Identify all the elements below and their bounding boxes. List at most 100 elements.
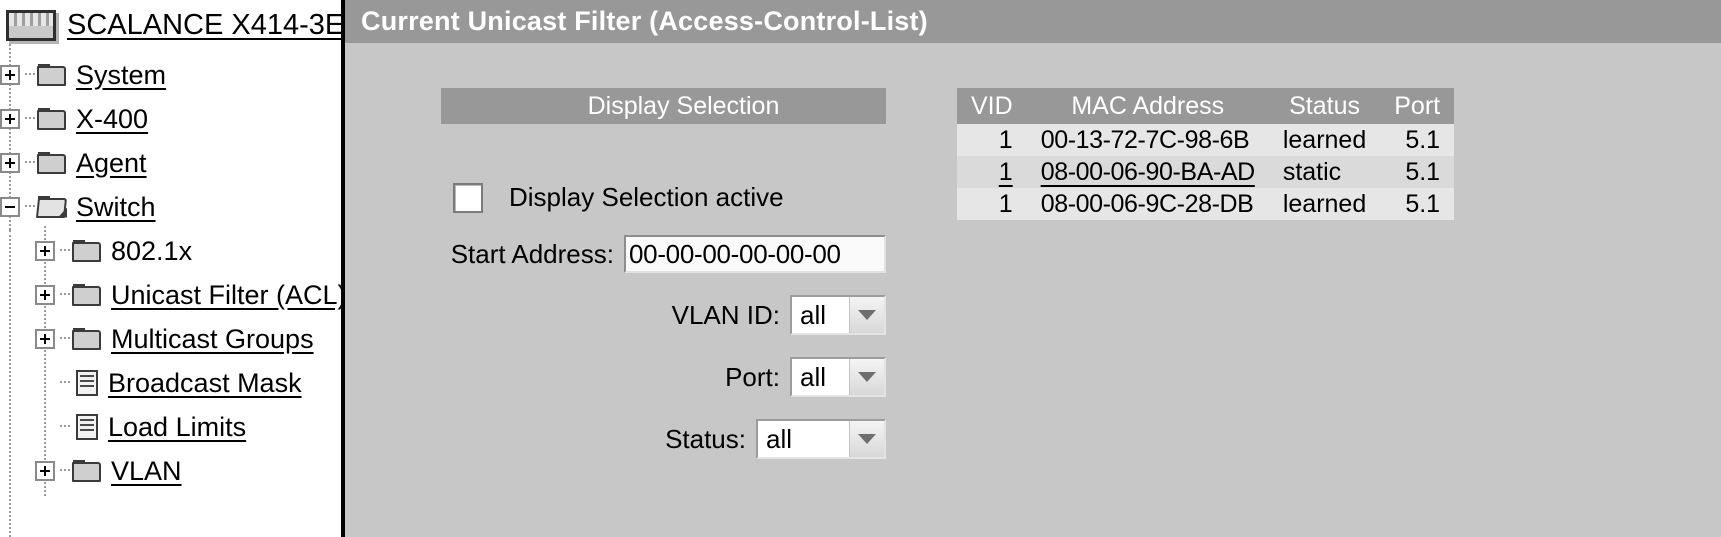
unicast-filter-table: VID MAC Address Status Port 1 00-13-72-7…	[957, 88, 1455, 220]
switch-device-icon	[6, 9, 56, 41]
sidebar-item-vlan[interactable]: VLAN	[35, 451, 182, 491]
cell-status: static	[1268, 156, 1381, 188]
vlan-id-label: VLAN ID:	[671, 299, 780, 330]
document-icon	[76, 414, 98, 440]
tree-connector	[60, 469, 70, 473]
port-select[interactable]: all	[790, 357, 886, 397]
chevron-down-icon[interactable]	[849, 297, 884, 333]
expand-toggle-unicast-filter-acl[interactable]	[35, 285, 55, 305]
table-header-row: VID MAC Address Status Port	[957, 88, 1455, 124]
sidebar-item-system[interactable]: System	[0, 55, 166, 95]
vlan-id-row: VLAN ID: all	[441, 295, 886, 335]
column-header-vid[interactable]: VID	[957, 88, 1027, 124]
sidebar-item-802-1x[interactable]: 802.1x	[35, 231, 192, 271]
cell-port: 5.1	[1380, 156, 1455, 188]
tree-connector	[25, 73, 35, 77]
expand-toggle-x-400[interactable]	[0, 109, 20, 129]
status-value: all	[766, 423, 793, 454]
document-icon	[76, 370, 98, 396]
sidebar-item-label: Unicast Filter (ACL)	[111, 279, 345, 310]
sidebar-item-multicast-groups[interactable]: Multicast Groups	[35, 319, 314, 359]
page-header-bar: Current Unicast Filter (Access-Control-L…	[345, 0, 1721, 43]
sidebar-item-label: Switch	[76, 191, 156, 222]
chevron-down-icon[interactable]	[849, 421, 884, 457]
cell-mac: 08-00-06-9C-28-DB	[1026, 188, 1269, 220]
display-selection-active-label: Display Selection active	[509, 182, 784, 212]
cell-status: learned	[1268, 124, 1381, 156]
port-row: Port: all	[441, 357, 886, 397]
vlan-id-select[interactable]: all	[790, 295, 886, 335]
cell-vid: 1	[957, 188, 1027, 220]
display-selection-panel: Display Selection Display Selection acti…	[441, 88, 886, 459]
vlan-id-value: all	[800, 299, 827, 330]
sidebar-item-label: System	[76, 59, 167, 90]
display-selection-title: Display Selection	[587, 91, 780, 120]
display-selection-header: Display Selection	[441, 88, 886, 124]
sidebar-item-label: Load Limits	[108, 411, 247, 442]
tree-connector	[60, 337, 70, 341]
sidebar-item-load-limits[interactable]: Load Limits	[35, 407, 246, 447]
sidebar-item-label: X-400	[76, 103, 149, 134]
tree-connector	[60, 381, 70, 385]
cell-vid: 1	[957, 124, 1027, 156]
tree-connector	[25, 161, 35, 165]
folder-icon	[37, 63, 67, 87]
folder-icon	[37, 151, 67, 175]
column-header-mac[interactable]: MAC Address	[1026, 88, 1269, 124]
expand-toggle-system[interactable]	[0, 65, 20, 85]
sidebar-item-x-400[interactable]: X-400	[0, 99, 148, 139]
column-header-port[interactable]: Port	[1380, 88, 1455, 124]
cell-port: 5.1	[1380, 124, 1455, 156]
sidebar-item-label: 802.1x	[111, 235, 193, 266]
cell-mac: 08-00-06-90-BA-AD	[1026, 156, 1269, 188]
tree-trunk-line-root-lower	[9, 230, 11, 537]
tree-connector	[25, 117, 35, 121]
cell-mac: 00-13-72-7C-98-6B	[1026, 124, 1269, 156]
collapse-toggle-switch[interactable]	[0, 197, 20, 217]
tree-connector	[60, 249, 70, 253]
folder-icon	[72, 283, 102, 307]
status-select[interactable]: all	[756, 419, 886, 459]
table-row[interactable]: 1 00-13-72-7C-98-6B learned 5.1	[957, 124, 1455, 156]
sidebar-item-agent[interactable]: Agent	[0, 143, 147, 183]
tree-connector	[60, 293, 70, 297]
start-address-input[interactable]: 00-00-00-00-00-00	[624, 235, 886, 273]
chevron-down-icon[interactable]	[849, 359, 884, 395]
folder-icon	[72, 459, 102, 483]
table-row[interactable]: 1 08-00-06-90-BA-AD static 5.1	[957, 156, 1455, 188]
expand-toggle-agent[interactable]	[0, 153, 20, 173]
display-selection-active-checkbox[interactable]	[453, 182, 483, 213]
cell-status: learned	[1268, 188, 1381, 220]
tree-connector	[25, 205, 35, 209]
port-value: all	[800, 361, 827, 392]
status-label: Status:	[665, 423, 746, 454]
expand-toggle-vlan[interactable]	[35, 461, 55, 481]
tree-item-device-root[interactable]: SCALANCE X414-3E	[4, 5, 345, 45]
sidebar-item-label: Multicast Groups	[111, 323, 314, 354]
application-window: SCALANCE X414-3E System X-400 Agent Swit…	[0, 0, 1721, 537]
sidebar-item-switch[interactable]: Switch	[0, 187, 156, 227]
folder-open-icon	[35, 195, 68, 219]
expand-toggle-multicast-groups[interactable]	[35, 329, 55, 349]
start-address-label: Start Address:	[450, 238, 614, 269]
sidebar-item-label: Broadcast Mask	[108, 367, 302, 398]
folder-icon	[72, 327, 102, 351]
display-selection-active-row: Display Selection active	[453, 182, 886, 213]
port-label: Port:	[725, 361, 780, 392]
expand-toggle-802-1x[interactable]	[35, 241, 55, 261]
sidebar-item-label: Agent	[76, 147, 147, 178]
navigation-sidebar: SCALANCE X414-3E System X-400 Agent Swit…	[0, 0, 345, 537]
start-address-row: Start Address: 00-00-00-00-00-00	[441, 235, 886, 273]
content-pane: Current Unicast Filter (Access-Control-L…	[345, 0, 1721, 537]
sidebar-item-unicast-filter-acl[interactable]: Unicast Filter (ACL)	[35, 275, 345, 315]
folder-icon	[37, 107, 67, 131]
sidebar-item-label: VLAN	[111, 455, 182, 486]
status-row: Status: all	[441, 419, 886, 459]
column-header-status[interactable]: Status	[1268, 88, 1381, 124]
table-row[interactable]: 1 08-00-06-9C-28-DB learned 5.1	[957, 188, 1455, 220]
tree-connector	[60, 425, 70, 429]
page-title: Current Unicast Filter (Access-Control-L…	[361, 6, 928, 36]
sidebar-item-broadcast-mask[interactable]: Broadcast Mask	[35, 363, 302, 403]
folder-icon	[72, 239, 102, 263]
device-root-label: SCALANCE X414-3E	[67, 8, 345, 41]
